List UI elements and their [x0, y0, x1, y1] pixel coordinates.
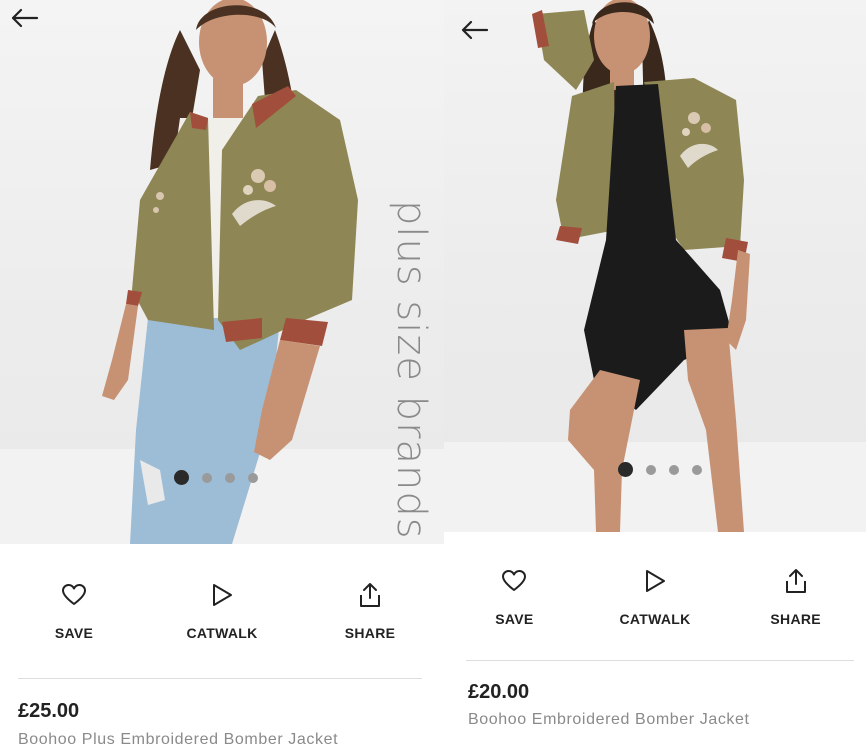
catwalk-button[interactable]: CATWALK: [148, 580, 296, 641]
carousel-dots: [618, 462, 702, 477]
brand-tag: plus size brands: [388, 200, 434, 540]
product-actions: SAVE CATWALK SHARE: [444, 566, 866, 627]
product-name: Boohoo Embroidered Bomber Jacket: [468, 711, 750, 728]
carousel-dot[interactable]: [202, 472, 212, 483]
heart-icon: [62, 584, 86, 605]
share-label: SHARE: [344, 625, 396, 641]
carousel-dot[interactable]: [248, 472, 258, 483]
share-button[interactable]: SHARE: [296, 580, 444, 641]
play-icon: [646, 570, 665, 592]
model-illustration: [532, 0, 750, 532]
share-button[interactable]: SHARE: [725, 566, 866, 627]
catwalk-label: CATWALK: [619, 611, 691, 627]
share-icon: [360, 583, 380, 607]
product-price: £25.00: [18, 700, 80, 722]
save-button[interactable]: SAVE: [0, 580, 148, 641]
arrow-left-icon: [461, 20, 489, 40]
save-label: SAVE: [495, 611, 534, 627]
share-icon: [785, 569, 806, 593]
product-actions: SAVE CATWALK SHARE: [0, 580, 444, 641]
arrow-left-icon: [11, 8, 39, 28]
back-button[interactable]: [8, 4, 42, 32]
divider: [466, 660, 854, 661]
carousel-dot[interactable]: [225, 472, 235, 483]
catwalk-label: CATWALK: [186, 625, 258, 641]
carousel-dot[interactable]: [669, 464, 679, 475]
product-name: Boohoo Plus Embroidered Bomber Jacket: [18, 731, 339, 748]
carousel-dots: [174, 470, 258, 485]
product-image[interactable]: plus size brands: [0, 0, 444, 544]
carousel-dot[interactable]: [646, 464, 656, 475]
play-icon: [213, 584, 232, 606]
product-image[interactable]: [444, 0, 866, 532]
product-screen-regular: SAVE CATWALK SHARE £20.00 Boohoo Embroid…: [444, 0, 866, 750]
heart-icon: [502, 570, 527, 591]
divider: [18, 678, 422, 679]
model-illustration: [102, 0, 358, 544]
product-price: £20.00: [468, 681, 530, 703]
product-screen-plus: plus size brands SAVE CATWALK SHARE £25.…: [0, 0, 444, 750]
share-label: SHARE: [770, 611, 821, 627]
carousel-dot-active[interactable]: [618, 462, 633, 477]
catwalk-button[interactable]: CATWALK: [585, 566, 726, 627]
save-button[interactable]: SAVE: [444, 566, 585, 627]
save-label: SAVE: [54, 625, 94, 641]
carousel-dot-active[interactable]: [174, 470, 189, 485]
back-button[interactable]: [458, 16, 492, 44]
carousel-dot[interactable]: [692, 464, 702, 475]
